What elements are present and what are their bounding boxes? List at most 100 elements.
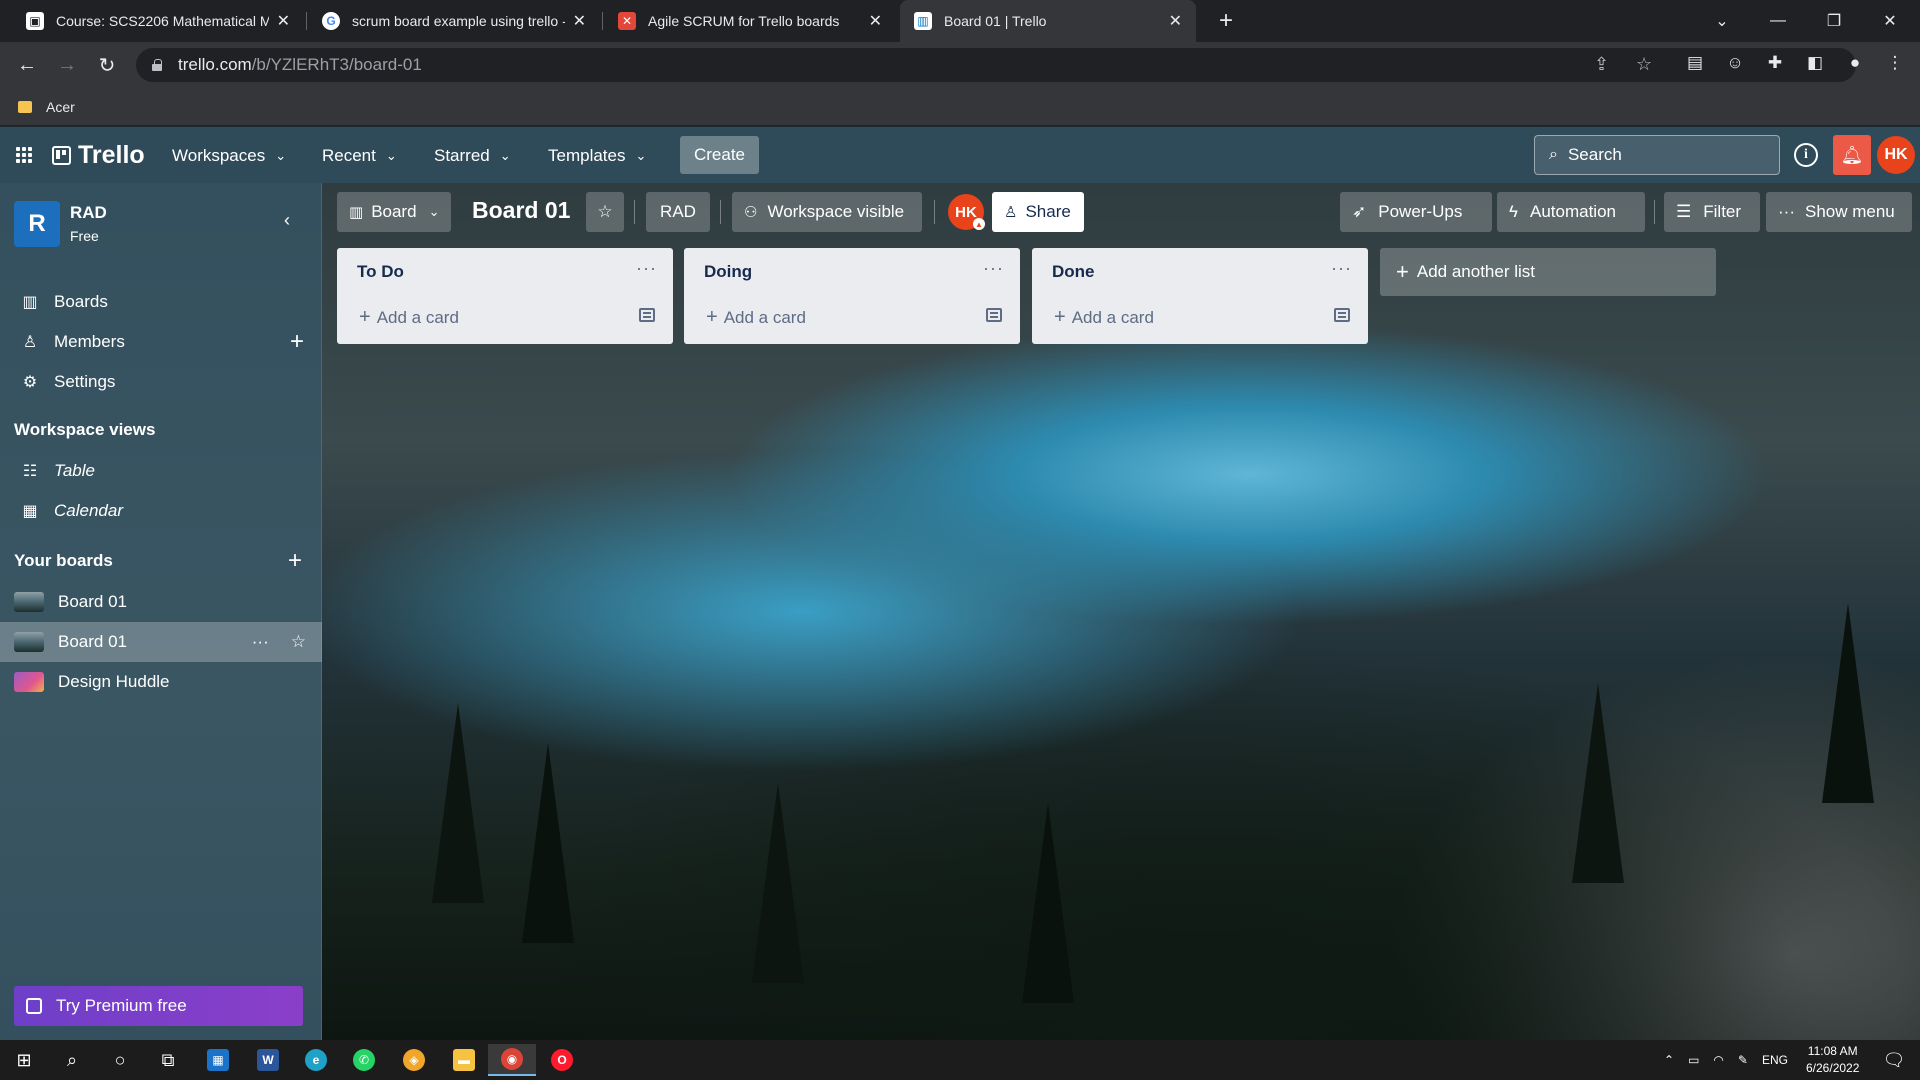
add-card-button[interactable]: + Add a card — [1054, 306, 1154, 329]
app-switcher-grid-icon[interactable] — [16, 147, 32, 163]
chrome-menu-icon[interactable]: ⋮ — [1884, 52, 1906, 74]
file-explorer-icon[interactable]: ▬ — [440, 1044, 488, 1076]
reload-icon[interactable]: ↻ — [92, 50, 122, 80]
card-template-icon[interactable] — [986, 308, 1002, 322]
back-arrow-icon[interactable]: ← — [12, 50, 42, 80]
add-card-button[interactable]: + Add a card — [706, 306, 806, 329]
filter-button[interactable]: ☰ Filter — [1664, 192, 1760, 232]
reading-list-icon[interactable]: ▤ — [1684, 52, 1706, 74]
browser-tab[interactable]: G scrum board example using trello - Goo… — [308, 0, 600, 42]
bookmark-star-icon[interactable]: ☆ — [1636, 54, 1652, 75]
whatsapp-icon[interactable]: ✆ — [340, 1044, 388, 1076]
trello-logo[interactable]: Trello — [52, 141, 145, 170]
list-menu-icon[interactable]: ··· — [983, 258, 1004, 279]
new-tab-plus-icon[interactable]: + — [1212, 7, 1240, 35]
pen-icon[interactable]: ✎ — [1738, 1053, 1748, 1067]
sidebar-board-item[interactable]: Board 01 — [0, 582, 322, 622]
close-tab-icon[interactable]: ✕ — [277, 11, 290, 31]
add-card-button[interactable]: + Add a card — [359, 306, 459, 329]
minimize-icon[interactable]: — — [1750, 0, 1806, 42]
wifi-icon[interactable]: ◠ — [1713, 1053, 1723, 1067]
list-title[interactable]: To Do — [357, 262, 404, 282]
sidebar-board-item-active[interactable]: Board 01 ··· ☆ — [0, 622, 322, 662]
nav-recent[interactable]: Recent ⌄ — [310, 141, 409, 171]
nav-workspaces[interactable]: Workspaces ⌄ — [160, 141, 298, 171]
member-avatar[interactable]: HK ▲ — [948, 194, 985, 230]
show-menu-button[interactable]: ··· Show menu — [1766, 192, 1912, 232]
windows-start-icon[interactable]: ⊞ — [0, 1044, 48, 1076]
nav-starred[interactable]: Starred ⌄ — [422, 141, 523, 171]
close-tab-icon[interactable]: ✕ — [573, 11, 586, 31]
side-panel-icon[interactable]: ◧ — [1804, 52, 1826, 74]
try-premium-button[interactable]: Try Premium free — [14, 986, 303, 1026]
automation-button[interactable]: ϟ Automation — [1497, 192, 1645, 232]
add-card-label: Add a card — [1071, 307, 1154, 327]
workspace-badge[interactable]: R — [14, 201, 60, 247]
clock-time: 11:08 AM — [1807, 1044, 1858, 1058]
star-board-button[interactable]: ☆ — [586, 192, 624, 232]
board-view-switcher[interactable]: ▥ Board ⌄ — [337, 192, 451, 232]
cortana-circle-icon[interactable]: ○ — [96, 1044, 144, 1076]
battery-icon[interactable]: ▭ — [1688, 1053, 1699, 1067]
sidebar-item-calendar[interactable]: ▦ Calendar — [0, 491, 322, 531]
visibility-button[interactable]: ⚇ Workspace visible — [732, 192, 922, 232]
close-tab-icon[interactable]: ✕ — [869, 11, 882, 31]
board-title[interactable]: Board 01 — [472, 197, 570, 224]
add-another-list-button[interactable]: + Add another list — [1380, 248, 1716, 296]
browser-tab[interactable]: ✕ Agile SCRUM for Trello boards ✕ — [604, 0, 896, 42]
extensions-puzzle-icon[interactable]: ✚ — [1764, 52, 1786, 74]
sidebar-item-table[interactable]: ☷ Table — [0, 451, 322, 491]
star-outline-icon[interactable]: ☆ — [291, 632, 306, 652]
browser-tab-active[interactable]: ▥ Board 01 | Trello ✕ — [900, 0, 1196, 42]
sidebar-item-boards[interactable]: ▥ Boards — [0, 282, 322, 322]
nav-templates[interactable]: Templates ⌄ — [536, 141, 658, 171]
system-clock[interactable]: 11:08 AM 6/26/2022 — [1806, 1043, 1859, 1077]
user-avatar[interactable]: HK — [1877, 136, 1915, 174]
add-board-plus-icon[interactable]: + — [288, 549, 302, 573]
language-indicator[interactable]: ENG — [1762, 1053, 1788, 1067]
list-menu-icon[interactable]: ··· — [636, 258, 657, 279]
power-ups-button[interactable]: ➶ Power-Ups — [1340, 192, 1492, 232]
bookmark-acer[interactable]: Acer — [46, 99, 75, 115]
create-button[interactable]: Create — [680, 136, 759, 174]
extension-face-icon[interactable]: ☺ — [1724, 52, 1746, 74]
chrome-app-icon[interactable]: ◉ — [488, 1044, 536, 1076]
share-button[interactable]: ♙ Share — [992, 192, 1084, 232]
list-menu-icon[interactable]: ··· — [1331, 258, 1352, 279]
window-close-icon[interactable]: ✕ — [1862, 0, 1918, 42]
board-row-actions: ··· ☆ — [252, 632, 306, 652]
profile-avatar-icon[interactable]: ● — [1844, 52, 1866, 74]
info-icon[interactable]: i — [1794, 143, 1818, 167]
sidebar-item-settings[interactable]: ⚙ Settings — [0, 362, 322, 402]
card-template-icon[interactable] — [639, 308, 655, 322]
notifications-bell-icon[interactable]: 🔔︎ — [1833, 135, 1871, 175]
calendar-icon: ▦ — [22, 503, 38, 520]
add-member-plus-icon[interactable]: + — [290, 330, 304, 354]
share-page-icon[interactable]: ⇪ — [1594, 54, 1609, 75]
workspace-name[interactable]: RAD — [70, 203, 107, 223]
browser-tab[interactable]: ▣ Course: SCS2206 Mathematical Methods ✕ — [12, 0, 304, 42]
more-options-icon[interactable]: ··· — [252, 632, 269, 652]
list-done: Done ··· + Add a card — [1032, 248, 1368, 344]
tab-search-chevron-icon[interactable]: ⌄ — [1694, 0, 1750, 42]
workspace-button[interactable]: RAD — [646, 192, 710, 232]
search-input[interactable]: ⌕ Search — [1534, 135, 1780, 175]
store-app-icon[interactable]: ▦ — [194, 1044, 242, 1076]
card-template-icon[interactable] — [1334, 308, 1350, 322]
list-title[interactable]: Done — [1052, 262, 1095, 282]
close-tab-icon[interactable]: ✕ — [1169, 11, 1182, 31]
list-title[interactable]: Doing — [704, 262, 752, 282]
search-icon[interactable]: ⌕ — [48, 1044, 96, 1076]
collapse-sidebar-chevron-icon[interactable]: ‹ — [276, 209, 298, 231]
sidebar-item-members[interactable]: ♙ Members — [0, 322, 322, 362]
brave-browser-icon[interactable]: ◈ — [390, 1044, 438, 1076]
task-view-icon[interactable]: ⧉ — [144, 1044, 192, 1076]
restore-icon[interactable]: ❐ — [1806, 0, 1862, 42]
sidebar-board-item[interactable]: Design Huddle — [0, 662, 322, 702]
edge-browser-icon[interactable]: e — [292, 1044, 340, 1076]
word-app-icon[interactable]: W — [244, 1044, 292, 1076]
show-hidden-icons-chevron-icon[interactable]: ⌃ — [1664, 1053, 1674, 1067]
forward-arrow-icon[interactable]: → — [52, 50, 82, 80]
opera-browser-icon[interactable]: O — [538, 1044, 586, 1076]
notifications-icon[interactable]: 🗨︎ — [1870, 1044, 1918, 1076]
